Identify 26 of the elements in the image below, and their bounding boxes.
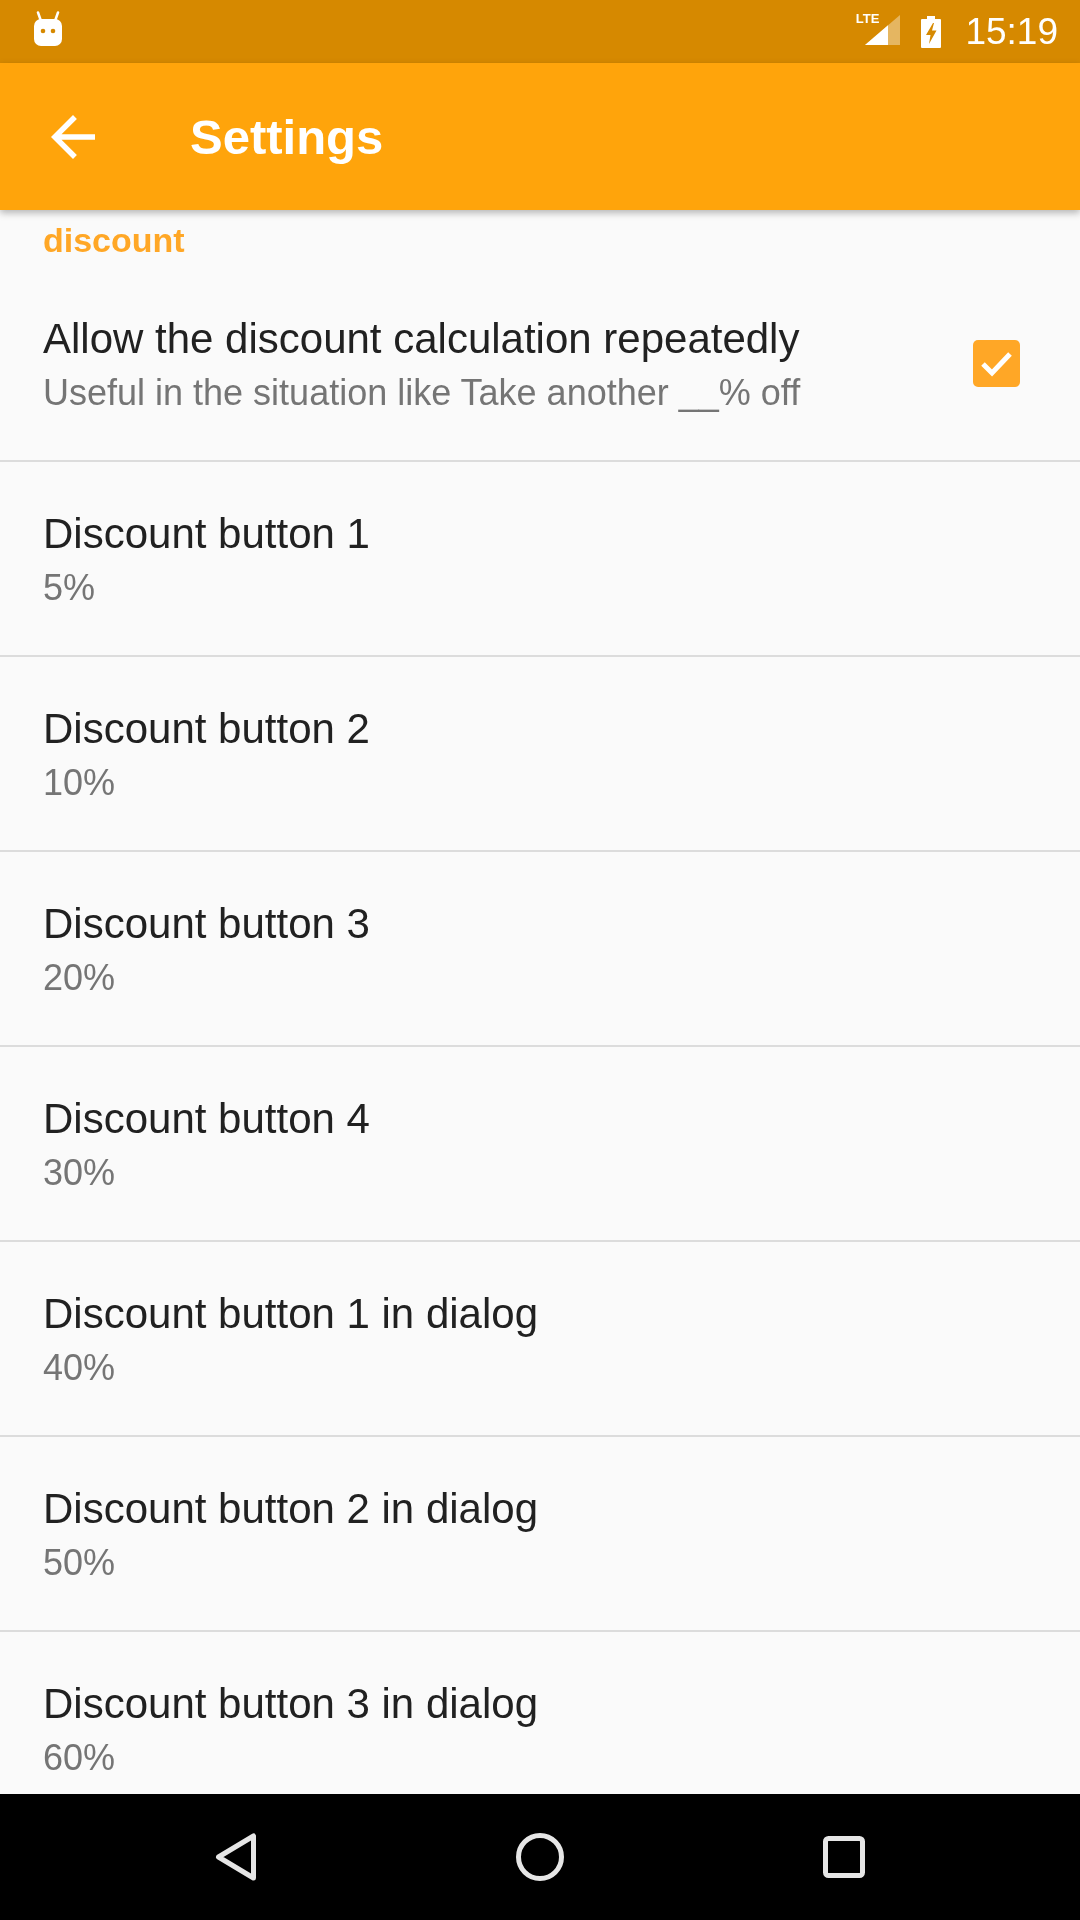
preference-title: Discount button 1 [43,509,371,559]
preference-title: Discount button 1 in dialog [43,1289,539,1339]
preference-summary: 50% [43,1541,117,1585]
preference-title: Discount button 2 [43,704,371,754]
preference-summary: Useful in the situation like Take another __% off [43,371,802,415]
preference-title: Discount button 2 in dialog [43,1484,539,1534]
preference-summary: 60% [43,1736,117,1780]
home-icon[interactable] [516,1833,564,1881]
preference-title: Discount button 3 in dialog [43,1679,539,1729]
preference-title: Discount button 3 [43,899,371,949]
preference-summary: 30% [43,1151,117,1195]
preference-summary: 10% [43,761,117,805]
preference-title: Discount button 4 [43,1094,371,1144]
preference-summary: 5% [43,566,97,610]
category-title: discount [42,220,186,261]
network-type-label: LTE [855,12,880,25]
back-icon[interactable] [215,1833,257,1881]
clock-time: 15:19 [965,9,1058,54]
recent-apps-icon[interactable] [823,1836,865,1878]
checkbox[interactable] [973,339,1020,387]
battery-charging-icon [921,15,942,48]
preference-summary: 20% [43,956,117,1000]
preference-summary: 40% [43,1346,117,1390]
preference-title: Allow the discount calculation repeatedly [43,314,801,364]
robot-head-icon [33,10,63,46]
screen-title: Settings [190,108,384,166]
